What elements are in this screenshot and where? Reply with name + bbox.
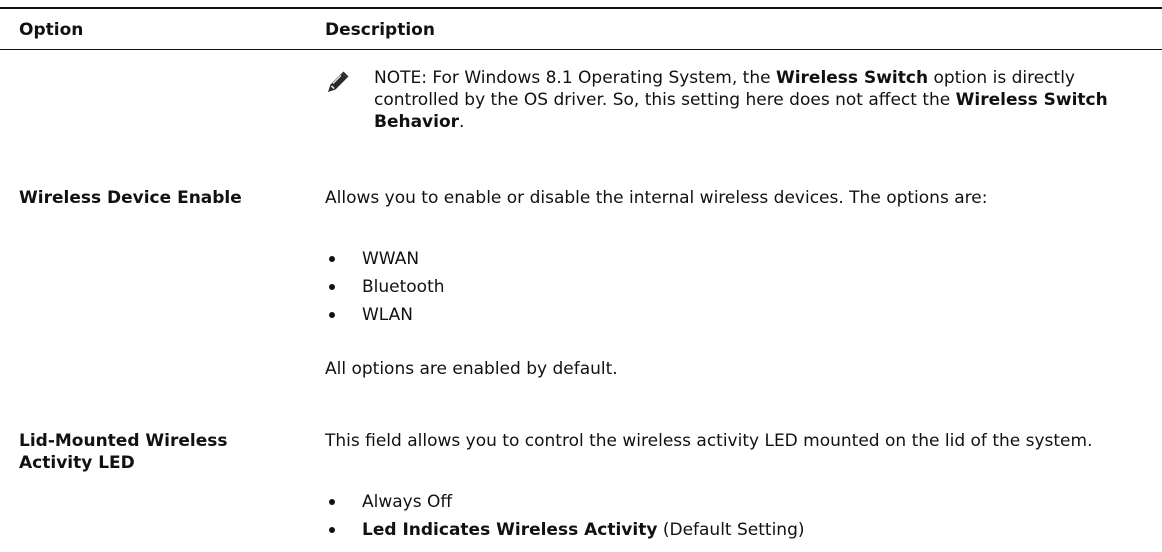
list-item: WWAN: [325, 248, 445, 270]
bullet-icon: [329, 284, 335, 290]
option-name-wireless-device-enable: Wireless Device Enable: [19, 188, 242, 208]
pencil-note-icon: [328, 71, 349, 92]
list-item-label: WLAN: [362, 305, 414, 325]
note-text-part: .: [459, 112, 465, 132]
wireless-device-options-list: WWAN Bluetooth WLAN: [325, 248, 445, 332]
list-item-label: Bluetooth: [362, 277, 445, 297]
list-item-bold-label: Led Indicates Wireless Activity: [362, 520, 658, 540]
list-item-label: WWAN: [362, 249, 420, 269]
note-label: NOTE:: [374, 68, 427, 88]
option-footer-wireless-device-enable: All options are enabled by default.: [325, 359, 618, 379]
table-header-rule: [0, 49, 1162, 50]
column-header-option: Option: [19, 20, 84, 40]
document-page: Option Description NOTE: For Windows 8.1…: [0, 0, 1162, 552]
list-item-label: (Default Setting): [657, 520, 805, 540]
option-description-lid-mounted-wireless-activity-led: This field allows you to control the wir…: [325, 431, 1093, 451]
note-text-part: For Windows 8.1 Operating System, the: [426, 68, 776, 88]
table-top-rule: [0, 7, 1162, 9]
list-item: Led Indicates Wireless Activity (Default…: [325, 519, 805, 541]
list-item-label: Always Off: [362, 492, 453, 512]
bullet-icon: [329, 312, 335, 318]
list-item: Always Off: [325, 491, 805, 513]
note-bold-wireless-switch: Wireless Switch: [775, 68, 929, 88]
bullet-icon: [329, 499, 335, 505]
bullet-icon: [329, 256, 335, 262]
note-callout: NOTE: For Windows 8.1 Operating System, …: [325, 67, 1155, 157]
list-item: WLAN: [325, 304, 445, 326]
option-description-wireless-device-enable: Allows you to enable or disable the inte…: [325, 188, 988, 208]
note-text: NOTE: For Windows 8.1 Operating System, …: [374, 67, 1144, 133]
list-item: Bluetooth: [325, 276, 445, 298]
option-name-lid-mounted-wireless-activity-led: Lid-Mounted Wireless Activity LED: [19, 431, 228, 473]
column-header-description: Description: [325, 20, 435, 40]
bullet-icon: [329, 527, 335, 533]
lid-led-options-list: Always Off Led Indicates Wireless Activi…: [325, 491, 805, 547]
